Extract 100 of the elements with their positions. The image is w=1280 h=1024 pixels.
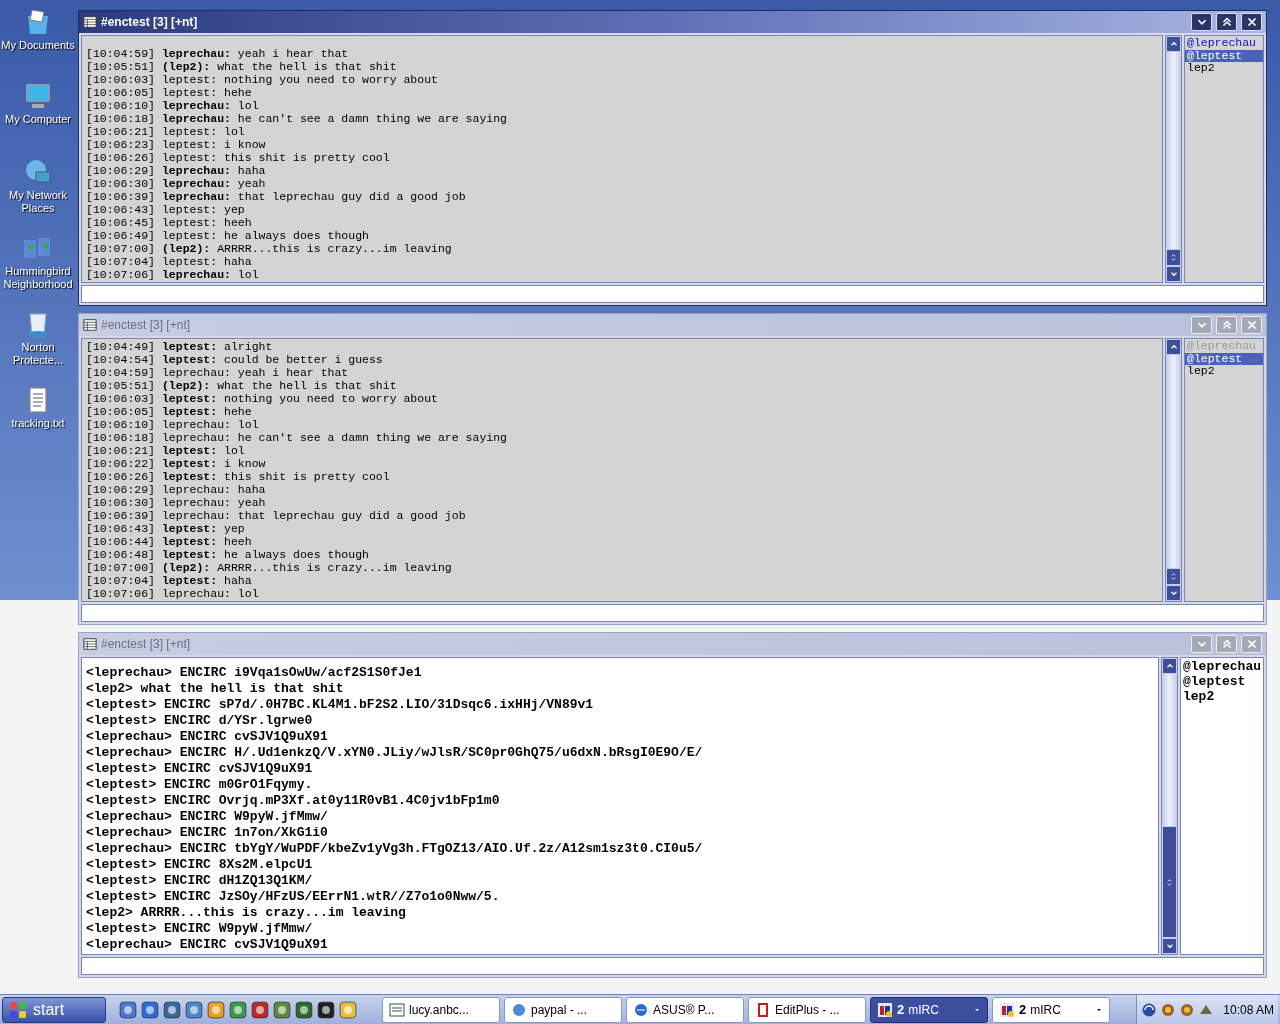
quick-launch-icon[interactable] (250, 999, 270, 1020)
chat-message: [10:06:39] leprechau: that leprechau guy did a good job (86, 509, 467, 522)
grip-icon (1165, 877, 1174, 887)
desktop-icon[interactable]: My Network Places (0, 156, 76, 215)
chat-message: [10:06:30] leprechau: yeah (86, 496, 267, 509)
chat-message: [10:06:03] leptest: nothing you need to worry about (86, 392, 439, 405)
scrollbar[interactable] (1165, 338, 1182, 602)
window-title: #enctest [3] [+nt] (101, 317, 192, 334)
quick-launch-icon[interactable] (272, 999, 292, 1020)
chat-message: [10:07:04] leptest: haha (86, 255, 253, 268)
nick-list-item[interactable]: @leptest (1185, 49, 1263, 62)
chat-message: <leprechau> ENCIRC W9pyW.jfMmw/ (86, 809, 329, 825)
quick-launch-icon[interactable] (162, 999, 182, 1020)
scroll-down-button[interactable] (1166, 585, 1181, 601)
chat-message: <leptest> ENCIRC d/YSr.lgrwe0 (86, 713, 314, 729)
icon-label: My Computer (5, 113, 71, 126)
chat-message: [10:06:21] leptest: lol (86, 444, 246, 457)
close-button[interactable] (1241, 13, 1262, 31)
quick-launch-icon[interactable] (316, 999, 336, 1020)
taskbar-button[interactable]: 2 mIRC (992, 996, 1110, 1023)
chat-message: <leptest> ENCIRC dH1ZQ13Q1KM/ (86, 873, 314, 889)
chat-message: [10:04:54] leptest: could be better i guess (86, 353, 384, 366)
chat-message: [10:05:51] (lep2): what the hell is that shit (86, 60, 398, 73)
scroll-down-button[interactable] (1166, 266, 1181, 282)
scroll-thumb[interactable] (1166, 249, 1181, 266)
app-icon (389, 1001, 405, 1018)
chat-message: <lep2> what the hell is that shit (86, 681, 345, 697)
chat-message: <leprechau> ENCIRC tbYgY/WuPDF/kbeZv1yVg3h.FTgOZ13/AIO.Uf.2z/A12sm1sz3t0.CI0u5/ (86, 841, 704, 857)
chat-message: [10:06:18] leprechau: he can't see a damn thing we are saying (86, 431, 508, 444)
chat-message: [10:06:05] leptest: hehe (86, 86, 253, 99)
chat-message: [10:04:59] leprechau: yeah i hear that (86, 366, 350, 379)
gear-icon[interactable] (1179, 1001, 1195, 1018)
nick-list-item[interactable]: lep2 (1181, 689, 1263, 704)
table-icon (83, 15, 97, 29)
taskbar-button[interactable]: lucy.anbc... (382, 996, 500, 1023)
chat-message: <leprechau> ENCIRC H/.Ud1enkzQ/V.xYN0.JLiy/wJlsR/SC0pr0GhQ75/u6dxN.bRsgI0E9O/E/ (86, 745, 704, 761)
desktop-icon[interactable]: My Documents (0, 6, 76, 52)
grip-icon (1169, 253, 1178, 262)
gear-icon[interactable] (1160, 1001, 1176, 1018)
message-input-field[interactable] (81, 604, 1264, 622)
scroll-up-button[interactable] (1166, 36, 1181, 52)
chat-message: [10:06:49] leptest: he always does though (86, 229, 370, 242)
quick-launch-icon[interactable] (294, 999, 314, 1020)
start-button[interactable]: start (2, 996, 106, 1023)
chat-message: [10:06:39] leprechau: that leprechau guy did a good job (86, 190, 467, 203)
chat-message: <leptest> ENCIRC W9pyW.jfMmw/ (86, 921, 314, 937)
scrollbar[interactable] (1165, 35, 1182, 283)
scroll-thumb[interactable] (1162, 826, 1177, 938)
nick-list-item[interactable]: @leptest (1185, 352, 1263, 365)
window-title: #enctest [3] [+nt] (101, 14, 199, 31)
chat-message: [10:06:30] leprechau: yeah (86, 177, 267, 190)
window-title: #enctest [3] [+nt] (101, 636, 192, 653)
table-icon (83, 637, 97, 651)
desktop-icon[interactable]: My Computer (0, 80, 76, 126)
scrollbar[interactable] (1161, 657, 1178, 955)
scroll-thumb[interactable] (1166, 568, 1181, 585)
nick-list-item[interactable]: lep2 (1185, 365, 1263, 378)
circle-icon[interactable] (1141, 1001, 1157, 1018)
app-icon (511, 1001, 527, 1018)
chat-message: [10:06:26] leptest: this shit is pretty cool (86, 151, 391, 164)
chat-message: [10:06:48] leptest: he always does though (86, 548, 370, 561)
chat-message: [10:07:06] leprechau: lol (86, 587, 260, 600)
nick-list-item[interactable]: @leptest (1181, 674, 1263, 689)
scroll-up-button[interactable] (1166, 339, 1181, 355)
clock: 10:08 AM (1223, 1001, 1274, 1019)
taskbar-button[interactable]: paypal - ... (504, 996, 622, 1023)
message-input-field[interactable] (81, 285, 1264, 303)
chat-message: [10:06:26] leptest: this shit is pretty cool (86, 470, 391, 483)
taskbar-button[interactable]: ASUS® P... (626, 996, 744, 1023)
chat-message: <leprechau> ENCIRC cvSJV1Q9uX91 (86, 937, 329, 953)
chat-message: [10:06:10] leprechau: lol (86, 99, 260, 112)
desktop-icon[interactable]: Norton Protecte... (0, 308, 76, 367)
taskbar-button[interactable]: 2 mIRC (870, 996, 988, 1023)
maximize-button[interactable] (1216, 13, 1237, 31)
taskbar-button[interactable]: EditPlus - ... (748, 996, 866, 1023)
mirc-icon (877, 1001, 893, 1018)
chat-message: <leptest> ENCIRC Ovrjq.mP3Xf.at0y11R0vB1.4C0jv1bFp1m0 (86, 793, 501, 809)
quick-launch-icon[interactable] (140, 999, 160, 1020)
scroll-down-button[interactable] (1162, 938, 1177, 954)
desktop-icon[interactable]: Hummingbird Neighborhood (0, 232, 76, 291)
chat-message: [10:06:43] leptest: yep (86, 203, 246, 216)
chat-message: [10:06:05] leptest: hehe (86, 405, 253, 418)
chat-message: [10:05:51] (lep2): what the hell is that shit (86, 379, 398, 392)
desktop-icon[interactable]: tracking.txt (0, 384, 76, 430)
chat-message: [10:07:04] leptest: haha (86, 574, 253, 587)
icon-label: Hummingbird Neighborhood (2, 265, 74, 291)
nick-list-item[interactable]: @leprechau (1185, 37, 1263, 50)
nick-list-item[interactable]: lep2 (1185, 62, 1263, 75)
chat-message: [10:06:29] leprechau: haha (86, 164, 267, 177)
chat-message: [10:06:43] leptest: yep (86, 522, 246, 535)
chat-message: <leptest> ENCIRC m0GrO1Fqymy. (86, 777, 314, 793)
scroll-up-button[interactable] (1162, 658, 1177, 674)
message-input-field[interactable] (81, 957, 1264, 975)
chat-message: <leprechau> ENCIRC cvSJV1Q9uX91 (86, 729, 329, 745)
nick-list-item[interactable]: @leprechau (1181, 659, 1263, 674)
minimize-button[interactable] (1191, 13, 1212, 31)
chat-message: <leprechau> ENCIRC i9Vqa1sOwUw/acf2S1S0fJe1 (86, 665, 423, 681)
chat-message: [10:06:03] leptest: nothing you need to worry about (86, 73, 439, 86)
chat-message: <leprechau> ENCIRC 1n7on/XkG1i0 (86, 825, 329, 841)
quick-launch-icon[interactable] (118, 999, 138, 1020)
